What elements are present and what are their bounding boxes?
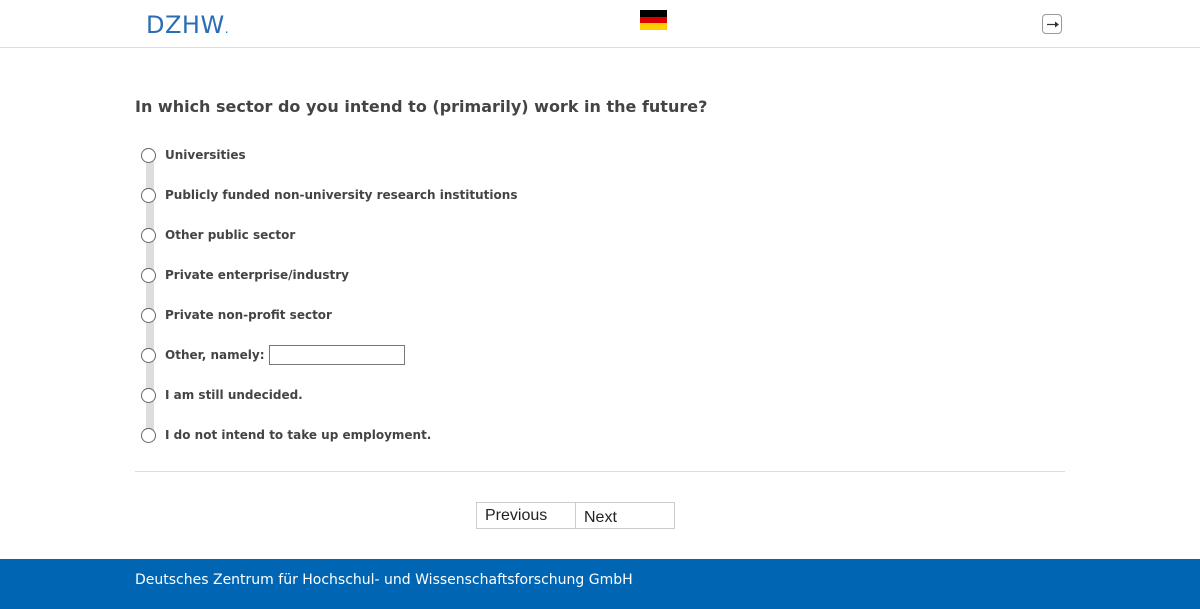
option-research-institutions[interactable]: Publicly funded non-university research … [141,185,517,205]
option-label: Private enterprise/industry [165,268,349,282]
option-label: I am still undecided. [165,388,303,402]
radio-button[interactable] [141,347,156,363]
radio-button[interactable] [141,187,156,203]
other-namely-input[interactable] [268,345,405,365]
option-label: I do not intend to take up employment. [165,428,432,442]
option-label: Private non-profit sector [165,308,332,322]
footer: Deutsches Zentrum für Hochschul- und Wis… [0,559,1200,609]
logo-text: DZHW [146,11,225,39]
question-text: In which sector do you intend to (primar… [135,97,708,116]
previous-button[interactable]: Previous [476,502,576,529]
option-undecided[interactable]: I am still undecided. [141,385,303,405]
option-label: Other public sector [165,228,296,242]
option-other-public-sector[interactable]: Other public sector [141,225,295,245]
option-no-employment[interactable]: I do not intend to take up employment. [141,425,431,445]
flag-stripe-black [640,10,667,17]
radio-button[interactable] [141,387,156,403]
logout-button[interactable] [1042,14,1062,34]
flag-stripe-gold [640,23,667,31]
logo-dot: . [224,22,230,36]
german-flag-icon[interactable] [640,10,667,31]
option-label: Universities [165,148,246,162]
option-private-enterprise[interactable]: Private enterprise/industry [141,265,349,285]
radio-button[interactable] [141,147,156,163]
radio-button[interactable] [141,307,156,323]
navigation-buttons: Previous Next [476,502,675,529]
dzhw-logo: DZHW. [146,11,229,43]
option-private-non-profit[interactable]: Private non-profit sector [141,305,332,325]
divider [135,471,1065,472]
footer-text: Deutsches Zentrum für Hochschul- und Wis… [135,572,633,588]
radio-button[interactable] [141,267,156,283]
next-button[interactable]: Next [575,502,675,529]
option-universities[interactable]: Universities [141,145,246,165]
header: DZHW. [0,0,1200,48]
option-label: Publicly funded non-university research … [165,188,518,202]
option-other[interactable]: Other, namely: [141,345,405,365]
radio-button[interactable] [141,427,156,443]
option-label: Other, namely: [165,348,265,362]
flag-stripe-red [640,16,667,24]
logout-icon [1047,21,1059,28]
radio-button[interactable] [141,227,156,243]
